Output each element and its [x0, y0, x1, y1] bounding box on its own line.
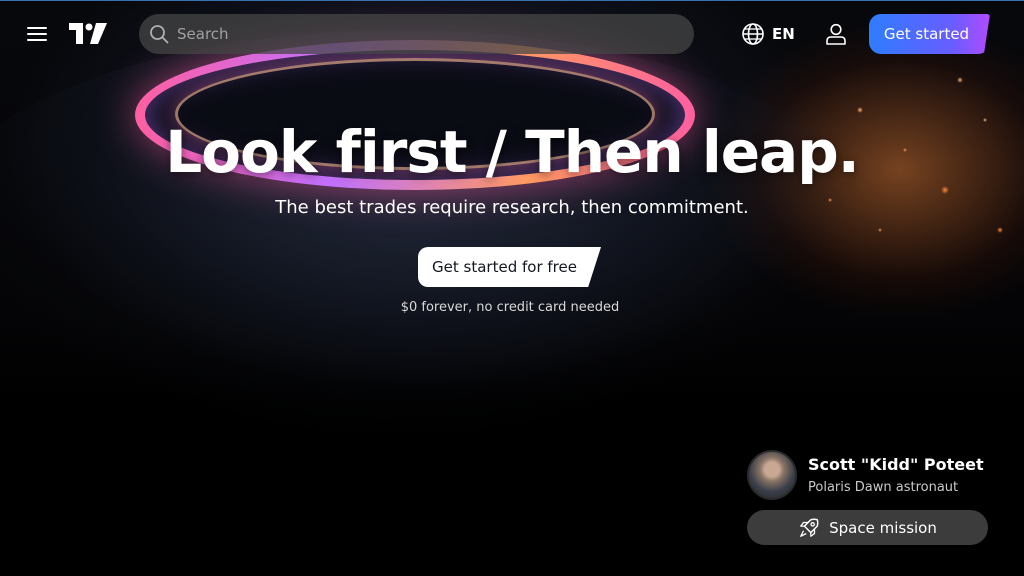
get-started-free-button[interactable]: Get started for free [418, 247, 601, 287]
hero-subheadline: The best trades require research, then c… [275, 197, 749, 218]
menu-icon[interactable] [27, 26, 47, 42]
top-navigation-bar: EN Get started [0, 0, 1024, 66]
get-started-button[interactable]: Get started [869, 14, 990, 54]
menu-icon-line [27, 33, 47, 35]
menu-icon-line [27, 27, 47, 29]
language-selector[interactable]: EN [741, 22, 795, 46]
tradingview-logo[interactable] [69, 23, 107, 44]
search-icon [150, 25, 169, 44]
search-bar[interactable] [139, 14, 694, 54]
rocket-icon [800, 518, 819, 537]
space-mission-button[interactable]: Space mission [747, 510, 988, 545]
globe-icon [742, 23, 764, 45]
user-icon[interactable] [824, 22, 848, 46]
cta-note: $0 forever, no credit card needed [400, 300, 620, 315]
language-label: EN [772, 25, 795, 43]
hero-headline: Look first / Then leap. [165, 118, 860, 186]
avatar [747, 450, 797, 500]
testimonial-name: Scott "Kidd" Poteet [808, 455, 984, 474]
testimonial-role: Polaris Dawn astronaut [808, 480, 959, 495]
menu-icon-line [27, 39, 47, 41]
space-mission-label: Space mission [829, 518, 937, 537]
search-input[interactable] [177, 14, 677, 54]
